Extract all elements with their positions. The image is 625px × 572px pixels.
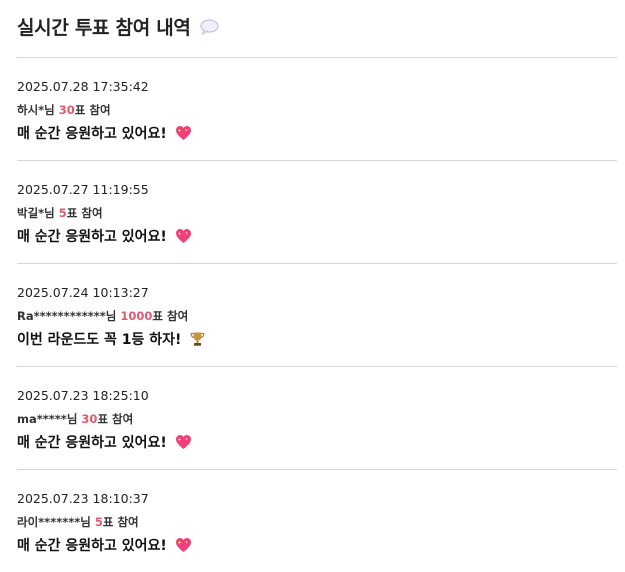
vote-meta: Ra************님 1000표 참여 bbox=[17, 308, 188, 324]
vote-message-text: 이번 라운드도 꼭 1등 하자! bbox=[17, 332, 182, 348]
vote-message-text: 매 순간 응원하고 있어요! bbox=[17, 126, 167, 142]
vote-count: 30 bbox=[58, 103, 75, 117]
voter-name: 하시*님 bbox=[17, 103, 55, 117]
vote-message: 매 순간 응원하고 있어요! bbox=[17, 226, 192, 246]
vote-message-text: 매 순간 응원하고 있어요! bbox=[17, 229, 167, 245]
vote-timestamp: 2025.07.27 11:19:55 bbox=[17, 182, 149, 197]
sparkling-heart-icon bbox=[175, 228, 192, 244]
vote-timestamp: 2025.07.24 10:13:27 bbox=[17, 285, 149, 300]
voter-name: 박길*님 bbox=[17, 206, 55, 220]
vote-message-text: 매 순간 응원하고 있어요! bbox=[17, 538, 167, 554]
sparkling-heart-icon bbox=[175, 125, 192, 141]
vote-item: 2025.07.24 10:13:27 Ra************님 1000… bbox=[17, 263, 617, 366]
vote-item: 2025.07.23 18:10:37 라이*******님 5표 참여 매 순… bbox=[17, 469, 617, 572]
voter-name: Ra************님 bbox=[17, 309, 117, 323]
vote-meta: 라이*******님 5표 참여 bbox=[17, 514, 139, 530]
vote-count: 1000 bbox=[120, 309, 153, 323]
vote-suffix: 표 참여 bbox=[66, 206, 103, 220]
vote-suffix: 표 참여 bbox=[74, 103, 111, 117]
vote-count: 5 bbox=[58, 206, 67, 220]
voter-name: 라이*******님 bbox=[17, 515, 91, 529]
page-title: 실시간 투표 참여 내역 bbox=[17, 16, 191, 39]
speech-bubble-icon bbox=[199, 19, 219, 36]
vote-suffix: 표 참여 bbox=[97, 412, 134, 426]
vote-history-list: 2025.07.28 17:35:42 하시*님 30표 참여 매 순간 응원하… bbox=[17, 57, 617, 572]
vote-suffix: 표 참여 bbox=[152, 309, 189, 323]
sparkling-heart-icon bbox=[175, 434, 192, 450]
vote-count: 5 bbox=[94, 515, 103, 529]
vote-message-text: 매 순간 응원하고 있어요! bbox=[17, 435, 167, 451]
vote-item: 2025.07.28 17:35:42 하시*님 30표 참여 매 순간 응원하… bbox=[17, 57, 617, 160]
trophy-icon bbox=[189, 331, 206, 347]
page-header: 실시간 투표 참여 내역 bbox=[17, 12, 219, 40]
vote-suffix: 표 참여 bbox=[102, 515, 139, 529]
vote-timestamp: 2025.07.23 18:10:37 bbox=[17, 491, 149, 506]
vote-item: 2025.07.27 11:19:55 박길*님 5표 참여 매 순간 응원하고… bbox=[17, 160, 617, 263]
vote-meta: 박길*님 5표 참여 bbox=[17, 205, 103, 221]
vote-message: 매 순간 응원하고 있어요! bbox=[17, 535, 192, 555]
voter-name: ma*****님 bbox=[17, 412, 78, 426]
vote-timestamp: 2025.07.28 17:35:42 bbox=[17, 79, 149, 94]
vote-meta: ma*****님 30표 참여 bbox=[17, 411, 133, 427]
vote-meta: 하시*님 30표 참여 bbox=[17, 102, 111, 118]
vote-message: 이번 라운드도 꼭 1등 하자! bbox=[17, 329, 206, 349]
vote-timestamp: 2025.07.23 18:25:10 bbox=[17, 388, 149, 403]
sparkling-heart-icon bbox=[175, 537, 192, 553]
vote-message: 매 순간 응원하고 있어요! bbox=[17, 432, 192, 452]
vote-count: 30 bbox=[81, 412, 98, 426]
vote-item: 2025.07.23 18:25:10 ma*****님 30표 참여 매 순간… bbox=[17, 366, 617, 469]
vote-message: 매 순간 응원하고 있어요! bbox=[17, 123, 192, 143]
